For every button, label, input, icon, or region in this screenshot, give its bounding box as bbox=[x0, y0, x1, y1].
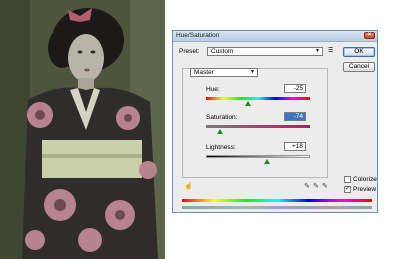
eyedropper-minus-icon[interactable]: ✎ bbox=[322, 182, 328, 190]
eyedropper-plus-icon[interactable]: ✎ bbox=[313, 182, 319, 190]
saturation-slider[interactable] bbox=[206, 125, 310, 128]
output-spectrum-bar bbox=[182, 206, 372, 209]
hue-saturation-dialog: Hue/Saturation × Preset: Custom ▼ ☰ OK C… bbox=[172, 30, 378, 213]
kimono-girl-photo bbox=[0, 0, 165, 259]
lightness-input[interactable]: +18 bbox=[284, 142, 306, 151]
preset-value: Custom bbox=[211, 48, 234, 55]
lightness-slider[interactable] bbox=[206, 155, 310, 158]
hue-slider-thumb[interactable] bbox=[244, 101, 251, 106]
preset-select[interactable]: Custom ▼ bbox=[207, 47, 323, 56]
chevron-down-icon: ▼ bbox=[250, 69, 255, 75]
preview-checkbox[interactable]: ✓ bbox=[344, 186, 351, 193]
colorize-label: Colorize bbox=[353, 176, 377, 183]
hue-input[interactable]: -25 bbox=[284, 84, 306, 93]
adjustment-group bbox=[182, 68, 328, 178]
hue-slider[interactable] bbox=[206, 97, 310, 100]
title-bar[interactable]: Hue/Saturation × bbox=[173, 31, 377, 42]
cancel-button[interactable]: Cancel bbox=[343, 62, 375, 72]
chevron-down-icon: ▼ bbox=[315, 48, 320, 54]
channel-select[interactable]: Master ▼ bbox=[190, 68, 258, 77]
lightness-label: Lightness: bbox=[206, 144, 236, 151]
preset-label: Preset: bbox=[179, 48, 200, 55]
saturation-label: Saturation: bbox=[206, 114, 238, 121]
saturation-slider-thumb[interactable] bbox=[216, 129, 223, 134]
channel-value: Master bbox=[194, 69, 214, 76]
hue-label: Hue: bbox=[206, 86, 220, 93]
preview-label: Preview bbox=[353, 186, 377, 193]
eyedropper-icon[interactable]: ✎ bbox=[304, 182, 310, 190]
preset-options-icon[interactable]: ☰ bbox=[328, 47, 333, 54]
hand-adjust-icon[interactable]: ☝ bbox=[184, 182, 193, 190]
input-spectrum-bar bbox=[182, 199, 372, 202]
ok-button[interactable]: OK bbox=[343, 47, 375, 57]
lightness-slider-thumb[interactable] bbox=[264, 159, 271, 164]
colorize-checkbox[interactable] bbox=[344, 176, 351, 183]
photo-canvas bbox=[0, 0, 165, 259]
dialog-title: Hue/Saturation bbox=[176, 32, 220, 39]
close-icon[interactable]: × bbox=[364, 32, 375, 39]
saturation-input[interactable]: -74 bbox=[284, 112, 306, 121]
